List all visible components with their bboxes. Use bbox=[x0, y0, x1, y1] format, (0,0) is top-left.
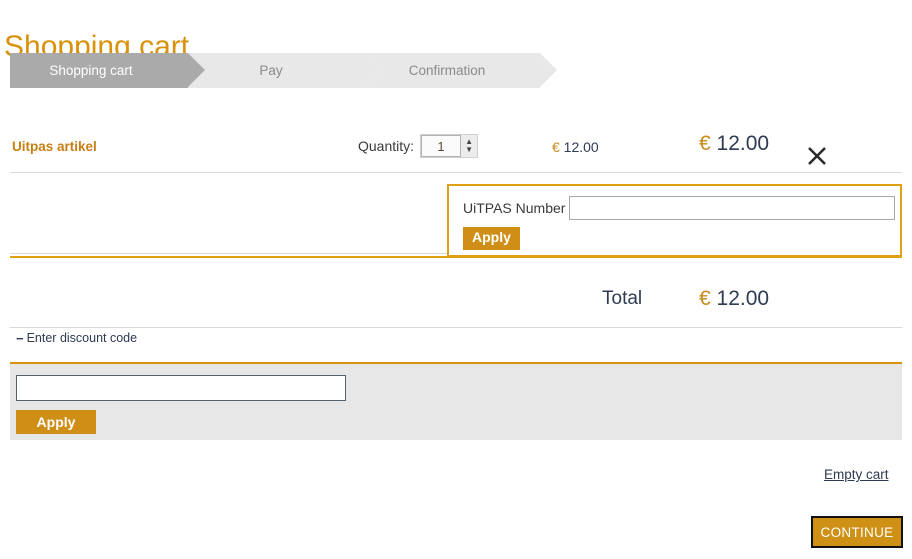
continue-button[interactable]: CONTINUE bbox=[811, 516, 903, 548]
discount-code-toggle-label: Enter discount code bbox=[26, 331, 138, 345]
discount-code-panel: Apply bbox=[10, 362, 902, 440]
quantity-stepper[interactable]: ▲ ▼ bbox=[420, 134, 479, 158]
item-line-total: € 12.00 bbox=[699, 132, 769, 156]
remove-item-button[interactable] bbox=[802, 141, 832, 171]
uitpas-apply-button[interactable]: Apply bbox=[463, 227, 520, 250]
divider-left-of-uitpas bbox=[10, 253, 447, 254]
item-name: Uitpas artikel bbox=[12, 139, 97, 154]
discount-code-toggle[interactable]: − Enter discount code bbox=[16, 331, 137, 345]
uitpas-number-label: UiTPAS Number bbox=[463, 200, 566, 216]
total-label: Total bbox=[602, 288, 643, 309]
uitpas-panel: UiTPAS Number Apply bbox=[447, 184, 902, 257]
quantity-label: Quantity: bbox=[358, 138, 415, 154]
discount-code-input[interactable] bbox=[16, 375, 346, 401]
total-value: € 12.00 bbox=[699, 287, 769, 311]
item-unit-price: € 12.00 bbox=[552, 139, 599, 155]
step-pay-label: Pay bbox=[259, 63, 283, 78]
cart-line-item: Uitpas artikel Quantity: ▲ ▼ € 12.00 € 1… bbox=[0, 130, 912, 172]
quantity-spinner-buttons[interactable]: ▲ ▼ bbox=[461, 135, 478, 157]
item-unit-price-text: € 12.00 bbox=[552, 139, 599, 155]
step-confirmation-label: Confirmation bbox=[408, 63, 486, 78]
item-line-total-text: € 12.00 bbox=[699, 132, 770, 155]
divider-under-item bbox=[10, 172, 902, 173]
step-shopping-cart[interactable]: Shopping cart bbox=[10, 53, 205, 88]
step-shopping-cart-label: Shopping cart bbox=[49, 63, 133, 78]
empty-cart-link[interactable]: Empty cart bbox=[824, 467, 889, 482]
total-value-text: € 12.00 bbox=[699, 287, 770, 310]
step-confirmation[interactable]: Confirmation bbox=[364, 53, 557, 88]
step-pay[interactable]: Pay bbox=[188, 53, 381, 88]
uitpas-field-row: UiTPAS Number bbox=[463, 196, 896, 220]
discount-apply-button[interactable]: Apply bbox=[16, 410, 96, 434]
quantity-input[interactable] bbox=[421, 135, 462, 157]
uitpas-number-input[interactable] bbox=[569, 196, 896, 220]
divider-under-total bbox=[10, 327, 902, 328]
chevron-down-icon[interactable]: ▼ bbox=[465, 146, 473, 154]
checkout-steps: Shopping cart Pay Confirmation bbox=[10, 53, 557, 88]
quantity-group: Quantity: ▲ ▼ bbox=[358, 134, 479, 158]
close-x-icon bbox=[808, 147, 826, 165]
minus-icon: − bbox=[16, 330, 24, 346]
